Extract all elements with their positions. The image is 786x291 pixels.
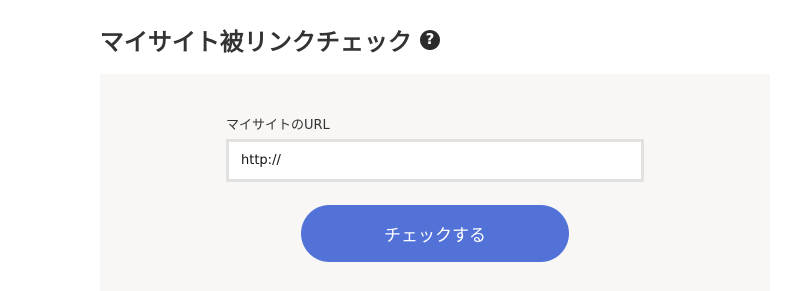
url-field-label: マイサイトのURL	[226, 118, 330, 133]
check-form-panel: マイサイトのURL チェックする	[100, 74, 770, 291]
question-circle-icon[interactable]: ?	[420, 29, 440, 50]
page: マイサイト被リンクチェック ? マイサイトのURL チェックする	[0, 0, 786, 291]
page-title: マイサイト被リンクチェック	[100, 27, 412, 56]
url-input[interactable]	[226, 139, 644, 182]
check-button[interactable]: チェックする	[301, 205, 569, 262]
page-heading: マイサイト被リンクチェック ?	[100, 22, 440, 56]
